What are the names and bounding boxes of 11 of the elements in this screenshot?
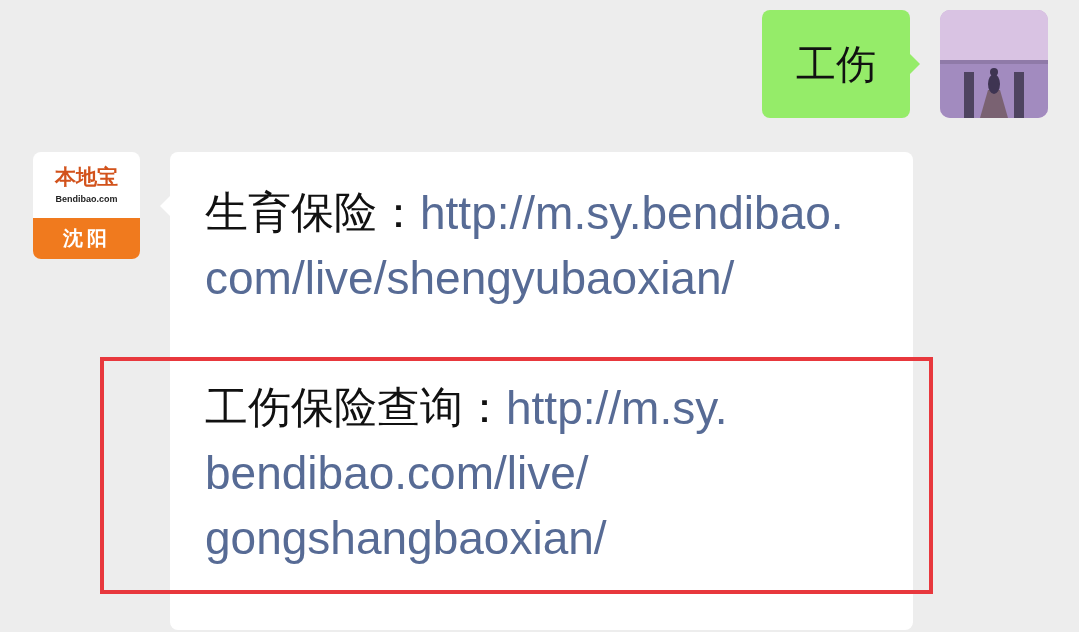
- message-text: 生育保险：: [205, 186, 420, 238]
- logo-site-text: Bendibao.com: [55, 193, 118, 204]
- message-text: 工伤: [796, 39, 876, 89]
- link[interactable]: com/live/shengyubaoxian/: [205, 250, 735, 305]
- link[interactable]: http://m.sy.bendibao.: [420, 185, 844, 240]
- message-text: 工伤保险查询：: [205, 381, 506, 433]
- logo-city-text: 沈阳: [62, 225, 111, 252]
- link[interactable]: http://m.sy.: [506, 380, 728, 435]
- link[interactable]: gongshangbaoxian/: [205, 510, 607, 565]
- link[interactable]: bendibao.com/live/: [205, 445, 589, 500]
- logo-text: 本地宝: [55, 166, 118, 190]
